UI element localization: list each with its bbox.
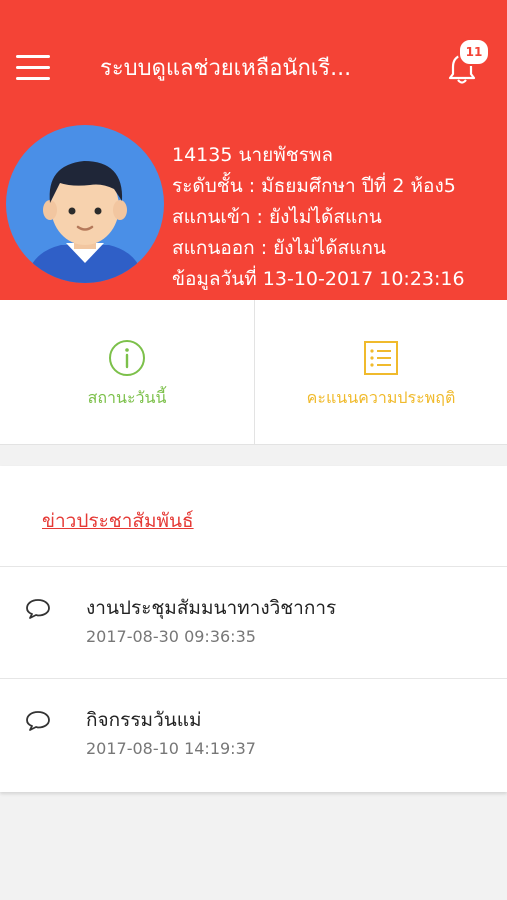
hamburger-icon (16, 55, 50, 58)
scan-in-status: สแกนเข้า : ยังไม่ได้สแกน (172, 206, 382, 228)
notification-badge: 11 (458, 38, 490, 66)
news-date: 2017-08-10 14:19:37 (86, 739, 256, 758)
news-item[interactable]: งานประชุมสัมมนาทางวิชาการ 2017-08-30 09:… (0, 566, 507, 679)
quick-tiles: สถานะวันนี้ คะแนนความประพฤติ (0, 300, 507, 445)
student-level: ระดับชั้น : มัธยมศึกษา ปีที่ 2 ห้อง5 (172, 175, 456, 197)
data-date: ข้อมูลวันที่ 13-10-2017 10:23:16 (172, 268, 465, 290)
app-title: ระบบดูแลช่วยเหลือนักเรี... (100, 56, 352, 81)
behavior-score-label: คะแนนความประพฤติ (306, 388, 456, 407)
comment-icon (26, 711, 50, 731)
scan-out-status: สแกนออก : ยังไม่ได้สแกน (172, 237, 386, 259)
list-icon (364, 341, 398, 375)
student-profile: 14135 นายพัชรพล ระดับชั้น : มัธยมศึกษา ป… (172, 140, 465, 295)
student-id-name: 14135 นายพัชรพล (172, 144, 334, 166)
status-today-tile[interactable]: สถานะวันนี้ (0, 300, 255, 444)
news-date: 2017-08-30 09:36:35 (86, 627, 256, 646)
menu-button[interactable] (16, 55, 50, 81)
news-item[interactable]: กิจกรรมวันแม่ 2017-08-10 14:19:37 (0, 678, 507, 791)
news-section: ข่าวประชาสัมพันธ์ งานประชุมสัมมนาทางวิชา… (0, 466, 507, 792)
app-header: ระบบดูแลช่วยเหลือนักเรี... 11 14135 นายพ… (0, 0, 507, 300)
avatar (6, 125, 164, 283)
info-circle-icon (109, 340, 145, 376)
news-title: งานประชุมสัมมนาทางวิชาการ (86, 597, 337, 619)
behavior-score-tile[interactable]: คะแนนความประพฤติ (255, 300, 507, 444)
news-title: กิจกรรมวันแม่ (86, 709, 202, 731)
comment-icon (26, 599, 50, 619)
status-today-label: สถานะวันนี้ (87, 388, 167, 407)
news-header-link[interactable]: ข่าวประชาสัมพันธ์ (42, 506, 194, 536)
